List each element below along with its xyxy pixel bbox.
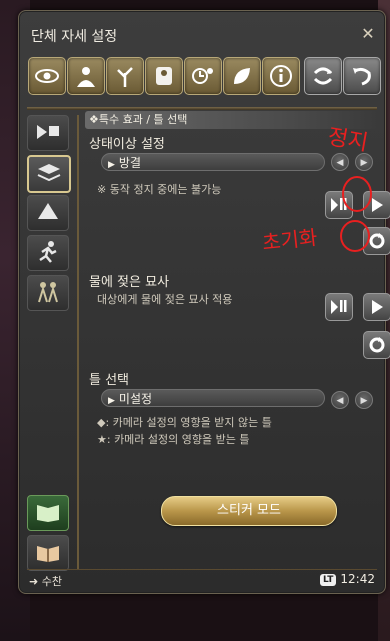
footer-left: ➜ 수찬 xyxy=(29,573,62,589)
footer-right: LT 12:42 xyxy=(320,572,375,586)
annotation-circle-stop xyxy=(342,176,372,212)
open-book-icon[interactable] xyxy=(27,535,69,571)
eye-icon[interactable] xyxy=(28,57,66,95)
prev-arrow-button[interactable]: ◀ xyxy=(331,153,349,171)
light-icon[interactable] xyxy=(27,195,69,231)
sticker-mode-button[interactable]: 스티커 모드 xyxy=(161,496,337,526)
titlebar: 단체 자세 설정 ✕ xyxy=(19,11,385,49)
frame-icon[interactable] xyxy=(27,155,71,193)
tree-icon[interactable] xyxy=(106,57,144,95)
sidebar xyxy=(25,115,73,571)
person-silhouette-icon[interactable] xyxy=(67,57,105,95)
toolbar-divider xyxy=(27,107,377,110)
dropdown-arrow-icon: ▶ xyxy=(108,396,115,406)
arrow-right-icon: ➜ xyxy=(29,575,42,588)
wet-play-button[interactable] xyxy=(363,293,390,321)
rotate-alt-icon[interactable] xyxy=(343,57,381,95)
leaf-sparkle-icon[interactable] xyxy=(223,57,261,95)
frame-dropdown[interactable]: ▶ 미설정 xyxy=(101,389,325,407)
group-pose-window: 단체 자세 설정 ✕ ❖특수 효과 / 틀 선택 상태이상 설정 ▶ 방결 ◀ … xyxy=(18,10,390,594)
rotate-icon[interactable] xyxy=(304,57,342,95)
status-effect-dropdown[interactable]: ▶ 방결 xyxy=(101,153,325,171)
annotation-reset: 초기화 xyxy=(261,225,319,255)
lt-badge: LT xyxy=(320,574,337,586)
character-pose-icon[interactable] xyxy=(145,57,183,95)
frame-label: 틀 선택 xyxy=(89,373,130,388)
status-effect-note: ※ 동작 정지 중에는 불가능 xyxy=(97,183,222,196)
camera-play-icon[interactable] xyxy=(27,115,69,151)
group-people-icon[interactable] xyxy=(27,275,69,311)
wet-play-pause-button[interactable] xyxy=(325,293,353,321)
wet-note: 대상에게 물에 젖은 묘사 적용 xyxy=(97,293,233,306)
wet-label: 물에 젖은 묘사 xyxy=(89,275,170,290)
status-effect-value: 방결 xyxy=(118,156,142,170)
annotation-stop: 정지 xyxy=(325,124,370,157)
annotation-circle-reset xyxy=(340,220,370,252)
frame-note-2: ★: 카메라 설정의 영향을 받는 틀 xyxy=(97,433,250,446)
frame-note-1: ◆: 카메라 설정의 영향을 받지 않는 틀 xyxy=(97,416,272,429)
toolbar xyxy=(28,57,381,97)
timer-sun-icon[interactable] xyxy=(184,57,222,95)
dropdown-arrow-icon: ▶ xyxy=(108,160,115,170)
status-effect-label: 상태이상 설정 xyxy=(89,137,165,152)
frame-next-button[interactable]: ▶ xyxy=(355,391,373,409)
clock-time: 12:42 xyxy=(340,572,375,586)
info-icon[interactable] xyxy=(262,57,300,95)
window-title: 단체 자세 설정 xyxy=(31,29,118,45)
footer-divider xyxy=(27,569,377,570)
sidebar-divider xyxy=(77,115,79,570)
frame-value: 미설정 xyxy=(118,392,153,406)
frame-prev-button[interactable]: ◀ xyxy=(331,391,349,409)
green-book-icon[interactable] xyxy=(27,495,69,531)
content-panel: ❖특수 효과 / 틀 선택 상태이상 설정 ▶ 방결 ◀ ▶ ※ 동작 정지 중에… xyxy=(85,111,390,571)
wet-reset-button[interactable] xyxy=(363,331,390,359)
footer-left-text: 수찬 xyxy=(41,575,62,588)
running-man-icon[interactable] xyxy=(27,235,69,271)
close-icon[interactable]: ✕ xyxy=(359,25,377,43)
